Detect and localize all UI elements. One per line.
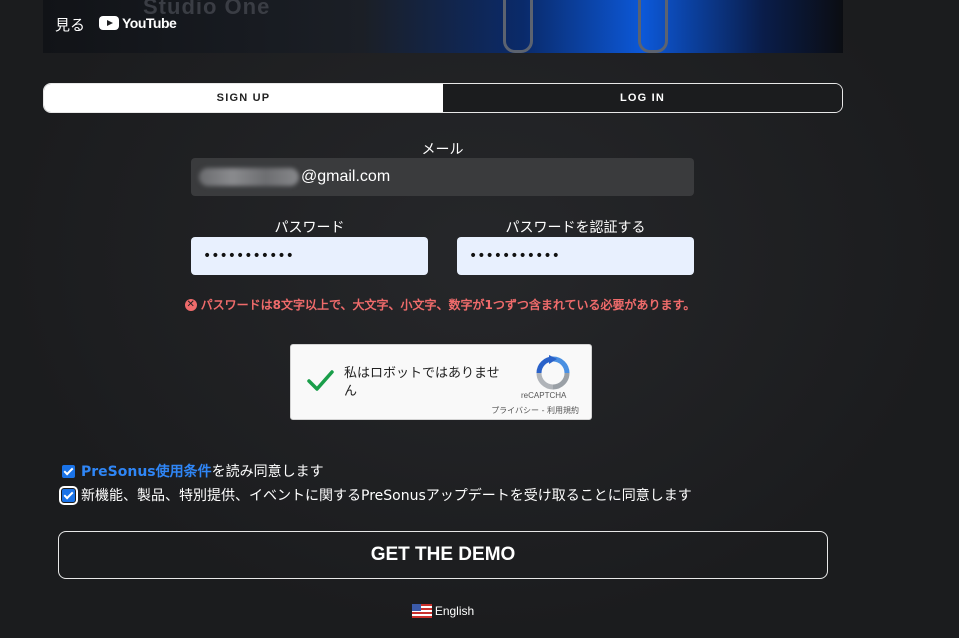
- password-label: パスワード: [274, 220, 345, 236]
- terms-link[interactable]: PreSonus使用条件: [81, 464, 212, 480]
- headphone-graphic: [638, 0, 668, 53]
- updates-text: 新機能、製品、特別提供、イベントに関するPreSonusアップデートを受け取るこ…: [81, 488, 692, 504]
- password-error-text: パスワードは8文字以上で、大文字、小文字、数字が1つずつ含まれている必要がありま…: [200, 298, 696, 312]
- confirm-password-field[interactable]: •••••••••••: [457, 237, 694, 275]
- updates-consent[interactable]: 新機能、製品、特別提供、イベントに関するPreSonusアップデートを受け取るこ…: [59, 485, 692, 505]
- language-label: English: [434, 604, 475, 618]
- password-error: ✕ パスワードは8文字以上で、大文字、小文字、数字が1つずつ含まれている必要があ…: [0, 296, 880, 313]
- get-demo-button[interactable]: GET THE DEMO: [58, 531, 828, 579]
- recaptcha-text: 私はロボットではありません: [344, 366, 500, 399]
- password-field[interactable]: •••••••••••: [191, 237, 428, 275]
- recaptcha-logo-icon: [536, 355, 570, 390]
- email-label: メール: [421, 142, 464, 158]
- youtube-icon: [99, 16, 119, 30]
- youtube-link[interactable]: YouTube: [99, 15, 177, 31]
- tab-log-in[interactable]: LOG IN: [443, 84, 842, 112]
- tab-sign-up[interactable]: SIGN UP: [44, 84, 443, 112]
- video-embed[interactable]: Studio One 見る YouTube: [43, 0, 843, 53]
- error-icon: ✕: [184, 298, 197, 311]
- terms-consent[interactable]: PreSonus使用条件を読み同意します: [62, 461, 324, 481]
- email-domain-text: @gmail.com: [301, 168, 391, 185]
- confirm-password-label: パスワードを認証する: [505, 220, 646, 236]
- recaptcha-links[interactable]: プライバシー - 利用規約: [491, 405, 579, 416]
- us-flag-icon: [411, 604, 432, 618]
- terms-checkbox[interactable]: [62, 464, 75, 478]
- watch-label[interactable]: 見る: [55, 14, 85, 35]
- recaptcha-widget[interactable]: 私はロボットではありません reCAPTCHA プライバシー - 利用規約: [290, 344, 592, 420]
- email-field[interactable]: @gmail.com: [191, 158, 694, 196]
- youtube-label: YouTube: [122, 15, 177, 31]
- headphone-graphic: [503, 0, 533, 53]
- recaptcha-checkmark-icon[interactable]: [305, 365, 335, 395]
- recaptcha-brand: reCAPTCHA: [521, 391, 567, 400]
- auth-tabs: SIGN UP LOG IN: [43, 83, 843, 113]
- updates-checkbox[interactable]: [59, 485, 78, 505]
- terms-text: を読み同意します: [211, 464, 324, 480]
- language-selector[interactable]: English: [0, 604, 886, 618]
- email-redacted: [199, 168, 299, 186]
